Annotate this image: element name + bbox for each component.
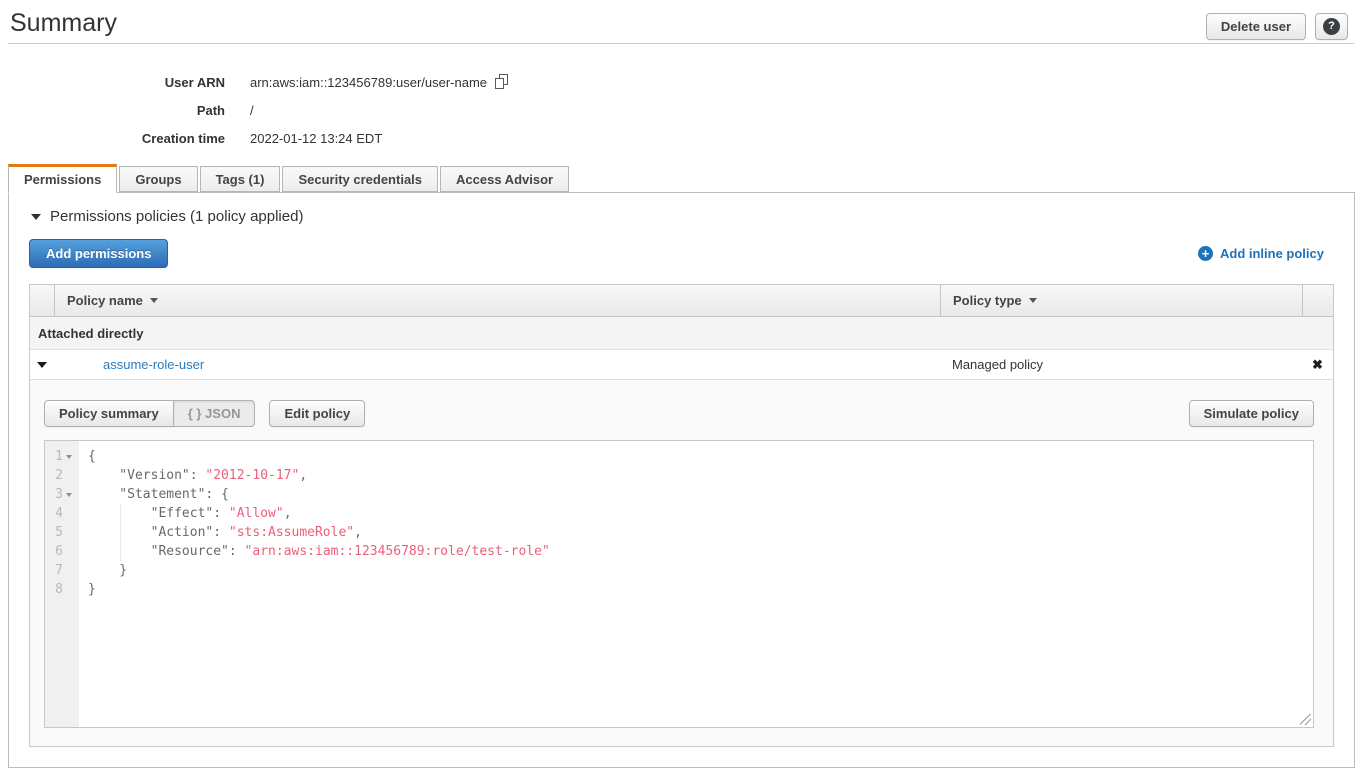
permissions-tab-panel: Permissions policies (1 policy applied) …: [8, 192, 1355, 768]
tab-bar: Permissions Groups Tags (1) Security cre…: [8, 166, 1362, 192]
policy-type-value: Managed policy: [940, 357, 1302, 372]
add-permissions-button[interactable]: Add permissions: [29, 239, 168, 268]
edit-policy-button[interactable]: Edit policy: [269, 400, 365, 427]
tab-permissions[interactable]: Permissions: [8, 164, 117, 193]
creation-time-row: Creation time 2022-01-12 13:24 EDT: [0, 124, 1362, 152]
attached-directly-group-row: Attached directly: [30, 317, 1333, 350]
user-details: User ARN arn:aws:iam::123456789:user/use…: [0, 68, 1362, 152]
policy-table-header: Policy name Policy type: [30, 285, 1333, 317]
add-inline-policy-label: Add inline policy: [1220, 246, 1324, 261]
permissions-policies-section-toggle[interactable]: Permissions policies (1 policy applied): [31, 208, 1334, 225]
caret-down-icon: [31, 214, 41, 220]
code-line: 4 "Effect": "Allow",: [45, 504, 1313, 523]
plus-circle-icon: +: [1198, 246, 1213, 261]
policy-type-column-header[interactable]: Policy type: [940, 285, 1302, 316]
json-view-button[interactable]: { } JSON: [173, 400, 256, 427]
help-icon: ?: [1323, 18, 1340, 35]
header-actions: Delete user ?: [1206, 13, 1348, 40]
remove-policy-button[interactable]: ✖: [1302, 357, 1333, 373]
path-label: Path: [0, 103, 250, 118]
row-expander[interactable]: [30, 362, 54, 368]
policy-actions-row: Add permissions + Add inline policy: [29, 239, 1334, 268]
simulate-policy-button[interactable]: Simulate policy: [1189, 400, 1314, 427]
creation-time-value: 2022-01-12 13:24 EDT: [250, 131, 382, 146]
page-title: Summary: [10, 8, 1206, 38]
title-divider: [8, 43, 1354, 44]
code-line: 6 "Resource": "arn:aws:iam::123456789:ro…: [45, 542, 1313, 561]
code-line: 3 "Statement": {: [45, 485, 1313, 504]
page-header: Summary Delete user ?: [0, 0, 1362, 40]
close-icon: ✖: [1312, 357, 1323, 372]
tab-security-credentials[interactable]: Security credentials: [282, 166, 438, 192]
permissions-policies-section-title: Permissions policies (1 policy applied): [50, 208, 303, 225]
path-value: /: [250, 103, 254, 118]
policy-json-editor[interactable]: 1 { 2 "Version": "2012-10-17", 3 "Statem…: [44, 440, 1314, 728]
tab-tags[interactable]: Tags (1): [200, 166, 281, 192]
fold-caret-icon[interactable]: [66, 493, 72, 497]
delete-user-button[interactable]: Delete user: [1206, 13, 1306, 40]
policy-table-row: assume-role-user Managed policy ✖: [30, 350, 1333, 380]
policy-table: Policy name Policy type Attached directl…: [29, 284, 1334, 747]
sort-caret-icon: [150, 298, 158, 303]
sort-caret-icon: [1029, 298, 1037, 303]
user-arn-label: User ARN: [0, 75, 250, 90]
code-line: 1 {: [45, 447, 1313, 466]
user-arn-value: arn:aws:iam::123456789:user/user-name: [250, 75, 487, 90]
copy-icon[interactable]: [495, 74, 510, 90]
creation-time-label: Creation time: [0, 131, 250, 146]
user-arn-row: User ARN arn:aws:iam::123456789:user/use…: [0, 68, 1362, 96]
help-button[interactable]: ?: [1315, 13, 1348, 40]
tab-groups[interactable]: Groups: [119, 166, 197, 192]
add-inline-policy-link[interactable]: + Add inline policy: [1198, 246, 1324, 261]
expander-column-header: [30, 285, 54, 316]
policy-view-toggle: Policy summary { } JSON: [44, 400, 255, 427]
code-line: 8 }: [45, 580, 1313, 599]
resize-handle-icon[interactable]: [1300, 714, 1311, 725]
code-line: 7 }: [45, 561, 1313, 580]
policy-detail-panel: Policy summary { } JSON Edit policy Simu…: [30, 380, 1333, 746]
policy-name-column-header[interactable]: Policy name: [54, 285, 940, 316]
caret-down-icon: [37, 362, 47, 368]
path-row: Path /: [0, 96, 1362, 124]
actions-column-header: [1302, 285, 1333, 316]
policy-summary-button[interactable]: Policy summary: [44, 400, 174, 427]
tab-access-advisor[interactable]: Access Advisor: [440, 166, 569, 192]
fold-caret-icon[interactable]: [66, 455, 72, 459]
code-line: 2 "Version": "2012-10-17",: [45, 466, 1313, 485]
policy-detail-actions: Policy summary { } JSON Edit policy Simu…: [44, 400, 1314, 427]
code-line: 5 "Action": "sts:AssumeRole",: [45, 523, 1313, 542]
policy-name-link[interactable]: assume-role-user: [103, 357, 204, 372]
